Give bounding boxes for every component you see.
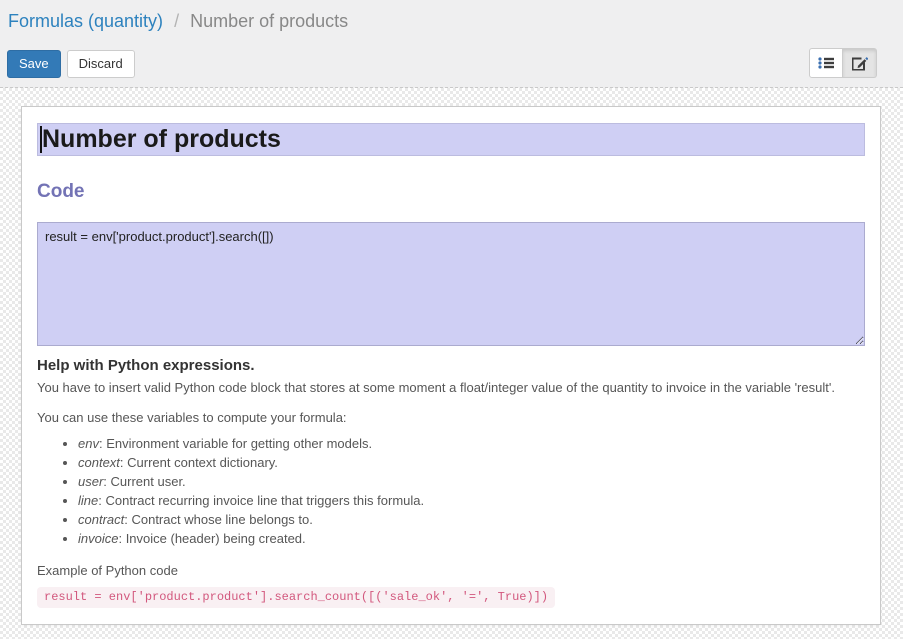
header: Formulas (quantity) / Number of products… [0,0,903,88]
form-view-background: Code result = env['product.product'].sea… [0,88,903,639]
title-field-wrap [37,123,865,156]
list-item: invoice: Invoice (header) being created. [78,529,865,548]
variable-desc: : Environment variable for getting other… [99,436,372,451]
app-window: Formulas (quantity) / Number of products… [0,0,903,639]
help-paragraph-2: You can use these variables to compute y… [37,408,865,427]
list-item: line: Contract recurring invoice line th… [78,491,865,510]
breadcrumb-current: Number of products [190,11,348,31]
form-sheet: Code result = env['product.product'].sea… [21,106,881,625]
discard-button[interactable]: Discard [67,50,135,78]
variable-name: user [78,474,103,489]
variables-list: env: Environment variable for getting ot… [78,434,865,548]
text-cursor [40,126,42,153]
help-paragraph-1: You have to insert valid Python code blo… [37,378,865,397]
list-icon [818,56,834,70]
variable-desc: : Contract recurring invoice line that t… [98,493,424,508]
variable-name: context [78,455,120,470]
breadcrumb-parent-link[interactable]: Formulas (quantity) [8,11,163,31]
breadcrumb: Formulas (quantity) / Number of products [0,0,903,33]
list-item: contract: Contract whose line belongs to… [78,510,865,529]
breadcrumb-separator: / [168,11,185,31]
help-heading: Help with Python expressions. [37,356,865,375]
list-view-button[interactable] [809,48,843,78]
toolbar: Save Discard [7,50,135,78]
view-switcher [809,48,877,78]
formula-code-textarea[interactable]: result = env['product.product'].search([… [37,222,865,346]
save-button[interactable]: Save [7,50,61,78]
edit-icon [852,56,868,71]
example-code-snippet: result = env['product.product'].search_c… [37,587,555,608]
list-item: context: Current context dictionary. [78,453,865,472]
variable-name: line [78,493,98,508]
record-name-input[interactable] [37,123,865,156]
example-label: Example of Python code [37,563,865,578]
variable-name: invoice [78,531,118,546]
variable-desc: : Current user. [103,474,185,489]
variable-desc: : Invoice (header) being created. [118,531,305,546]
list-item: user: Current user. [78,472,865,491]
variable-desc: : Contract whose line belongs to. [124,512,313,527]
variable-desc: : Current context dictionary. [120,455,278,470]
variable-name: env [78,436,99,451]
code-section-heading: Code [37,181,865,203]
form-view-button[interactable] [843,48,877,78]
variable-name: contract [78,512,124,527]
list-item: env: Environment variable for getting ot… [78,434,865,453]
